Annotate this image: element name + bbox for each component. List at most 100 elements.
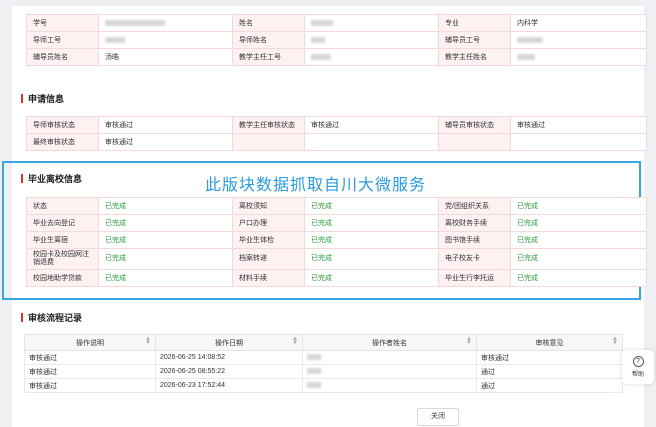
flow-header-3[interactable]: 审核意见 ▲ ▼ [476,334,623,351]
redacted-value [307,368,321,375]
sort-icon[interactable]: ▲ ▼ [612,336,618,346]
sort-icon[interactable]: ▲ ▼ [292,336,298,346]
leave-label: 户口办理 [232,214,305,232]
flow-header-label: 操作者姓名 [372,339,407,347]
leave-label: 党/团组织关系 [438,197,511,215]
leave-label: 毕业生行李托运 [438,269,511,287]
basic-value [510,48,647,66]
leave-value: 已完成 [510,197,647,215]
sort-icon[interactable]: ▲ ▼ [466,336,472,346]
redacted-value [307,354,321,361]
leave-value-text: 已完成 [517,220,538,227]
help-button[interactable]: ? 帮助 [622,350,654,384]
redacted-value [517,36,543,43]
apply-label: 辅导员审核状态 [438,116,511,134]
leave-value: 已完成 [98,197,233,215]
basic-value [98,31,233,49]
flow-header-label: 审核意见 [535,339,564,347]
flow-header-0[interactable]: 操作说明 ▲ ▼ [24,334,156,351]
table-row: 审核通过 2026-06-23 17:52:44 通过 [24,378,623,393]
leave-value: 已完成 [510,214,647,232]
flow-header-label: 操作日期 [215,339,243,347]
apply-info-table: 导师审核状态 审核通过 教学主任审核状态 审核通过 辅导员审核状态 审核通过 最终审核状态审… [26,116,647,151]
leave-label: 毕业生体检 [232,231,305,249]
redacted-value [311,19,333,26]
redacted-value [311,36,325,43]
leave-label: 电子校友卡 [438,248,511,270]
leave-row: 状态 已完成 离校须知 已完成 党/团组织关系 已完成 [26,197,647,215]
leave-value: 已完成 [98,231,233,249]
apply-value-text: 审核通过 [517,122,545,129]
leave-row: 毕业去向登记 已完成 户口办理 已完成 离校财务手续 已完成 [26,214,647,232]
leave-value-text: 已完成 [105,203,126,210]
basic-label: 教学主任姓名 [438,48,511,66]
apply-value: 审核通过 [98,133,233,151]
apply-empty-label [232,133,305,151]
flow-opinion: 审核通过 [476,350,623,365]
basic-label: 导师工号 [26,31,99,49]
flow-header-label: 操作说明 [76,339,104,347]
leave-value-text: 已完成 [517,255,538,262]
basic-label: 辅导员姓名 [26,48,99,66]
apply-row: 导师审核状态 审核通过 教学主任审核状态 审核通过 辅导员审核状态 审核通过 [26,116,647,134]
leave-value: 已完成 [510,248,647,270]
leave-row: 校园卡及校园网注销退费 已完成 档案转递 已完成 电子校友卡 已完成 [26,248,647,270]
basic-label: 姓名 [232,14,305,32]
leave-row: 毕业生离宿 已完成 毕业生体检 已完成 图书馆手续 已完成 [26,231,647,249]
redacted-value [517,53,535,60]
leave-value-text: 已完成 [105,237,126,244]
flow-action: 审核通过 [24,364,156,379]
apply-row: 最终审核状态 审核通过 [26,133,647,151]
leave-label: 档案转递 [232,248,305,270]
leave-value-text: 已完成 [517,275,538,282]
leave-value: 已完成 [510,231,647,249]
apply-empty-value [304,133,439,151]
apply-label: 教学主任审核状态 [232,116,305,134]
leave-value: 已完成 [304,231,439,249]
flow-operator [302,378,477,393]
apply-empty-label [438,133,511,151]
redacted-value [307,382,321,389]
redacted-value [105,19,165,26]
close-button[interactable]: 关闭 [417,408,459,426]
basic-label: 学号 [26,14,99,32]
basic-row: 导师工号 导师姓名 辅导员工号 [26,31,647,49]
flow-header-2[interactable]: 操作者姓名 ▲ ▼ [302,334,477,351]
overlay-annotation: 此版块数据抓取自川大微服务 [205,177,427,194]
leave-value: 已完成 [98,269,233,287]
apply-value: 审核通过 [304,116,439,134]
table-row: 审核通过 2026-06-25 08:55:22 通过 [24,364,623,379]
basic-value [304,14,439,32]
basic-value-text: 内科学 [517,20,538,27]
flow-date: 2026-06-25 14:08:52 [155,350,303,365]
leave-value: 已完成 [304,269,439,287]
leave-value-text: 已完成 [311,275,332,282]
section-title-flow: 审核流程记录 [21,311,82,324]
leave-label: 毕业去向登记 [26,214,99,232]
apply-value: 审核通过 [510,116,647,134]
leave-label: 校园地助学贷款 [26,269,99,287]
leave-value: 已完成 [304,214,439,232]
basic-value [98,14,233,32]
leave-row: 校园地助学贷款 已完成 材料手续 已完成 毕业生行李托运 已完成 [26,269,647,287]
leave-label: 材料手续 [232,269,305,287]
flow-opinion: 通过 [476,378,623,393]
apply-value-text: 审核通过 [105,122,133,129]
basic-info-table: 学号 姓名 专业 内科学 导师工号 导师姓名 辅导员工号 辅导员姓名 汤皓 教学主任工号 教学主任姓… [26,14,647,66]
leave-value: 已完成 [98,248,233,270]
leave-label: 图书馆手续 [438,231,511,249]
flow-opinion: 通过 [476,364,623,379]
leave-value: 已完成 [304,197,439,215]
leave-value-text: 已完成 [105,220,126,227]
flow-operator [302,350,477,365]
apply-label: 最终审核状态 [26,133,99,151]
leave-value: 已完成 [510,269,647,287]
flow-header-1[interactable]: 操作日期 ▲ ▼ [155,334,303,351]
leave-value-text: 已完成 [311,255,332,262]
sort-icon[interactable]: ▲ ▼ [145,336,151,346]
basic-label: 导师姓名 [232,31,305,49]
basic-value [304,48,439,66]
flow-date: 2026-06-25 08:55:22 [155,364,303,379]
redacted-value [311,53,331,60]
table-row: 审核通过 2026-06-25 14:08:52 审核通过 [24,350,623,365]
